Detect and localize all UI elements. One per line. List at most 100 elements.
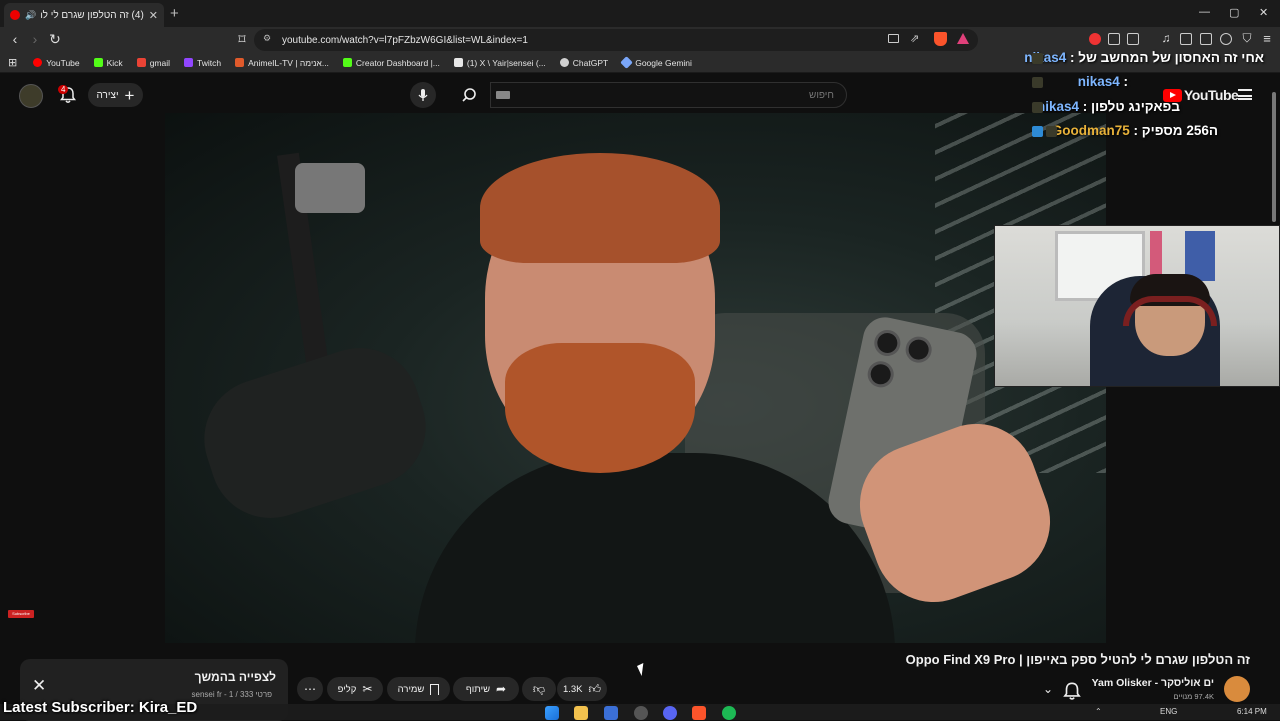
bookmark-youtube[interactable]: YouTube	[33, 58, 80, 68]
discord-icon[interactable]	[663, 706, 677, 720]
subscribe-overlay-badge: Subscribe	[8, 610, 34, 618]
clip-button[interactable]: קליפ ✂	[327, 677, 383, 701]
file-explorer-icon[interactable]	[574, 706, 588, 720]
chat-user-badge	[1046, 126, 1057, 137]
youtube-logo-text: YouTube	[1184, 87, 1239, 103]
webcam-poster	[1185, 231, 1215, 281]
chevron-down-icon[interactable]: ⌄	[1043, 682, 1053, 696]
bookmark-chatgpt[interactable]: ChatGPT	[559, 58, 608, 68]
phone-camera-icon	[903, 334, 935, 366]
new-tab-button[interactable]: +	[170, 5, 179, 22]
browser-menu-icon[interactable]: ≡	[1258, 31, 1276, 46]
chat-message: ה256 מספיק : Goodman75	[1051, 123, 1218, 138]
media-icon[interactable]: ♫	[1157, 31, 1175, 45]
obs-icon[interactable]	[634, 706, 648, 720]
language-indicator[interactable]: ENG	[1160, 707, 1177, 716]
speaker-icon[interactable]: 🔊	[25, 10, 36, 21]
bookmark-x[interactable]: (1) X \ Yair|sensei (...	[453, 58, 546, 68]
search-icon	[462, 88, 476, 102]
save-button[interactable]: שמירה	[387, 677, 450, 701]
forward-icon[interactable]: ›	[26, 31, 44, 47]
maximize-icon[interactable]: ▢	[1229, 6, 1239, 19]
bookmark-twitch[interactable]: Twitch	[184, 58, 221, 68]
webcam-headset	[1123, 296, 1217, 326]
minimize-icon[interactable]: —	[1199, 6, 1210, 18]
record-extension-icon[interactable]	[1089, 33, 1101, 45]
search-button[interactable]	[449, 82, 489, 108]
bookmark-kick[interactable]: Kick	[93, 58, 123, 68]
close-tab-icon[interactable]: ✕	[149, 9, 158, 22]
account-avatar[interactable]	[19, 84, 43, 108]
browser-tab[interactable]: 🔊 (4) זה הטלפון שגרם לי להטיל ✕	[4, 3, 164, 27]
start-icon[interactable]	[545, 706, 559, 720]
bookmark-creator-dashboard[interactable]: Creator Dashboard |...	[342, 58, 440, 68]
sidebar-icon[interactable]	[1180, 33, 1192, 45]
video-player[interactable]	[165, 113, 1106, 643]
voice-search-button[interactable]	[410, 82, 436, 108]
plus-icon: +	[124, 85, 135, 105]
share-button[interactable]: שיתוף ➦	[453, 677, 519, 701]
thumbs-down-icon: 👎︎	[532, 681, 546, 696]
reload-icon[interactable]: ↻	[46, 31, 64, 48]
clock[interactable]: 6:14 PM	[1237, 707, 1267, 716]
screenshot-icon[interactable]	[1127, 33, 1139, 45]
tab-title: (4) זה הטלפון שגרם לי להטיל	[41, 9, 144, 21]
profile-icon[interactable]	[1220, 33, 1232, 45]
keyboard-icon[interactable]	[496, 91, 510, 99]
latest-subscriber-overlay: Latest Subscriber: Kira_ED	[3, 699, 198, 716]
scissors-icon: ✂	[362, 682, 373, 696]
url-field[interactable]: ⚙ youtube.com/watch?v=l7pFZbzW6GI&list=W…	[254, 29, 978, 51]
close-window-icon[interactable]: ✕	[1259, 6, 1268, 19]
extensions-icon[interactable]	[1108, 33, 1120, 45]
bookmark-gemini[interactable]: Google Gemini	[620, 56, 692, 69]
chatgpt-icon	[559, 58, 569, 67]
channel-subscribers: 97.4K מנויים	[1173, 692, 1214, 701]
phone-camera-icon	[871, 327, 903, 359]
chat-message: : nikas4	[1077, 74, 1128, 89]
apps-grid-icon[interactable]: ⊞	[8, 56, 17, 69]
spotify-icon[interactable]	[722, 706, 736, 720]
share-page-icon[interactable]: ⇗	[910, 32, 919, 45]
recording-icon	[10, 10, 20, 20]
chat-message: בפאקינג טלפון : nikas4	[1036, 99, 1180, 114]
save-label: שמירה	[397, 683, 425, 695]
site-info-icon[interactable]: ⚙	[263, 33, 271, 44]
subscription-bell-icon[interactable]	[1061, 680, 1083, 702]
gemini-icon	[620, 56, 634, 69]
like-button[interactable]: 1.3K 👍︎	[557, 677, 607, 701]
chat-user-badge	[1032, 102, 1043, 113]
back-icon[interactable]: ‹	[6, 31, 24, 47]
close-playlist-icon[interactable]: ✕	[32, 676, 46, 696]
clip-label: קליפ	[337, 683, 357, 695]
url-text: youtube.com/watch?v=l7pFZbzW6GI&list=WL&…	[282, 34, 528, 46]
wallet-icon[interactable]	[1200, 33, 1212, 45]
vpn-icon[interactable]: ⛉	[1238, 31, 1256, 46]
mouse-cursor	[637, 663, 648, 676]
brave-shields-icon[interactable]	[934, 32, 947, 46]
x-icon	[453, 58, 463, 67]
cast-icon[interactable]	[888, 34, 899, 43]
playlist-title[interactable]: לצפייה בהמשך	[195, 670, 276, 684]
dislike-button[interactable]: 👎︎	[522, 677, 556, 701]
bookmark-page-icon[interactable]: ⌑	[233, 31, 251, 48]
create-button[interactable]: יצירה +	[88, 83, 143, 107]
store-icon[interactable]	[604, 706, 618, 720]
kick-icon	[342, 58, 352, 67]
chat-user-badge	[1032, 77, 1043, 88]
create-label: יצירה	[96, 89, 119, 101]
tray-chevron-icon[interactable]: ⌃	[1095, 707, 1102, 716]
video-title: זה הטלפון שגרם לי להטיל ספק באייפון | Op…	[905, 652, 1250, 667]
bookmark-animeil[interactable]: AnimeIL-TV | אנימה...	[235, 58, 329, 68]
animeil-icon	[235, 58, 245, 67]
brave-icon[interactable]	[692, 706, 706, 720]
guide-menu-icon[interactable]	[1238, 89, 1252, 100]
channel-name[interactable]: ים אוליסקר - Yam Olisker	[1092, 677, 1214, 689]
more-actions-button[interactable]: ⋯	[297, 677, 323, 701]
channel-avatar[interactable]	[1224, 676, 1250, 702]
search-input[interactable]	[490, 82, 847, 108]
playlist-subtitle: פרטי sensei fr - 1 / 333	[191, 690, 273, 699]
chat-message: אחי זה האחסון של המחשב של : nikas4	[1024, 50, 1264, 65]
bookmark-gmail[interactable]: gmail	[136, 58, 170, 68]
page-scrollbar[interactable]	[1272, 92, 1276, 222]
brave-rewards-icon[interactable]	[957, 33, 969, 44]
